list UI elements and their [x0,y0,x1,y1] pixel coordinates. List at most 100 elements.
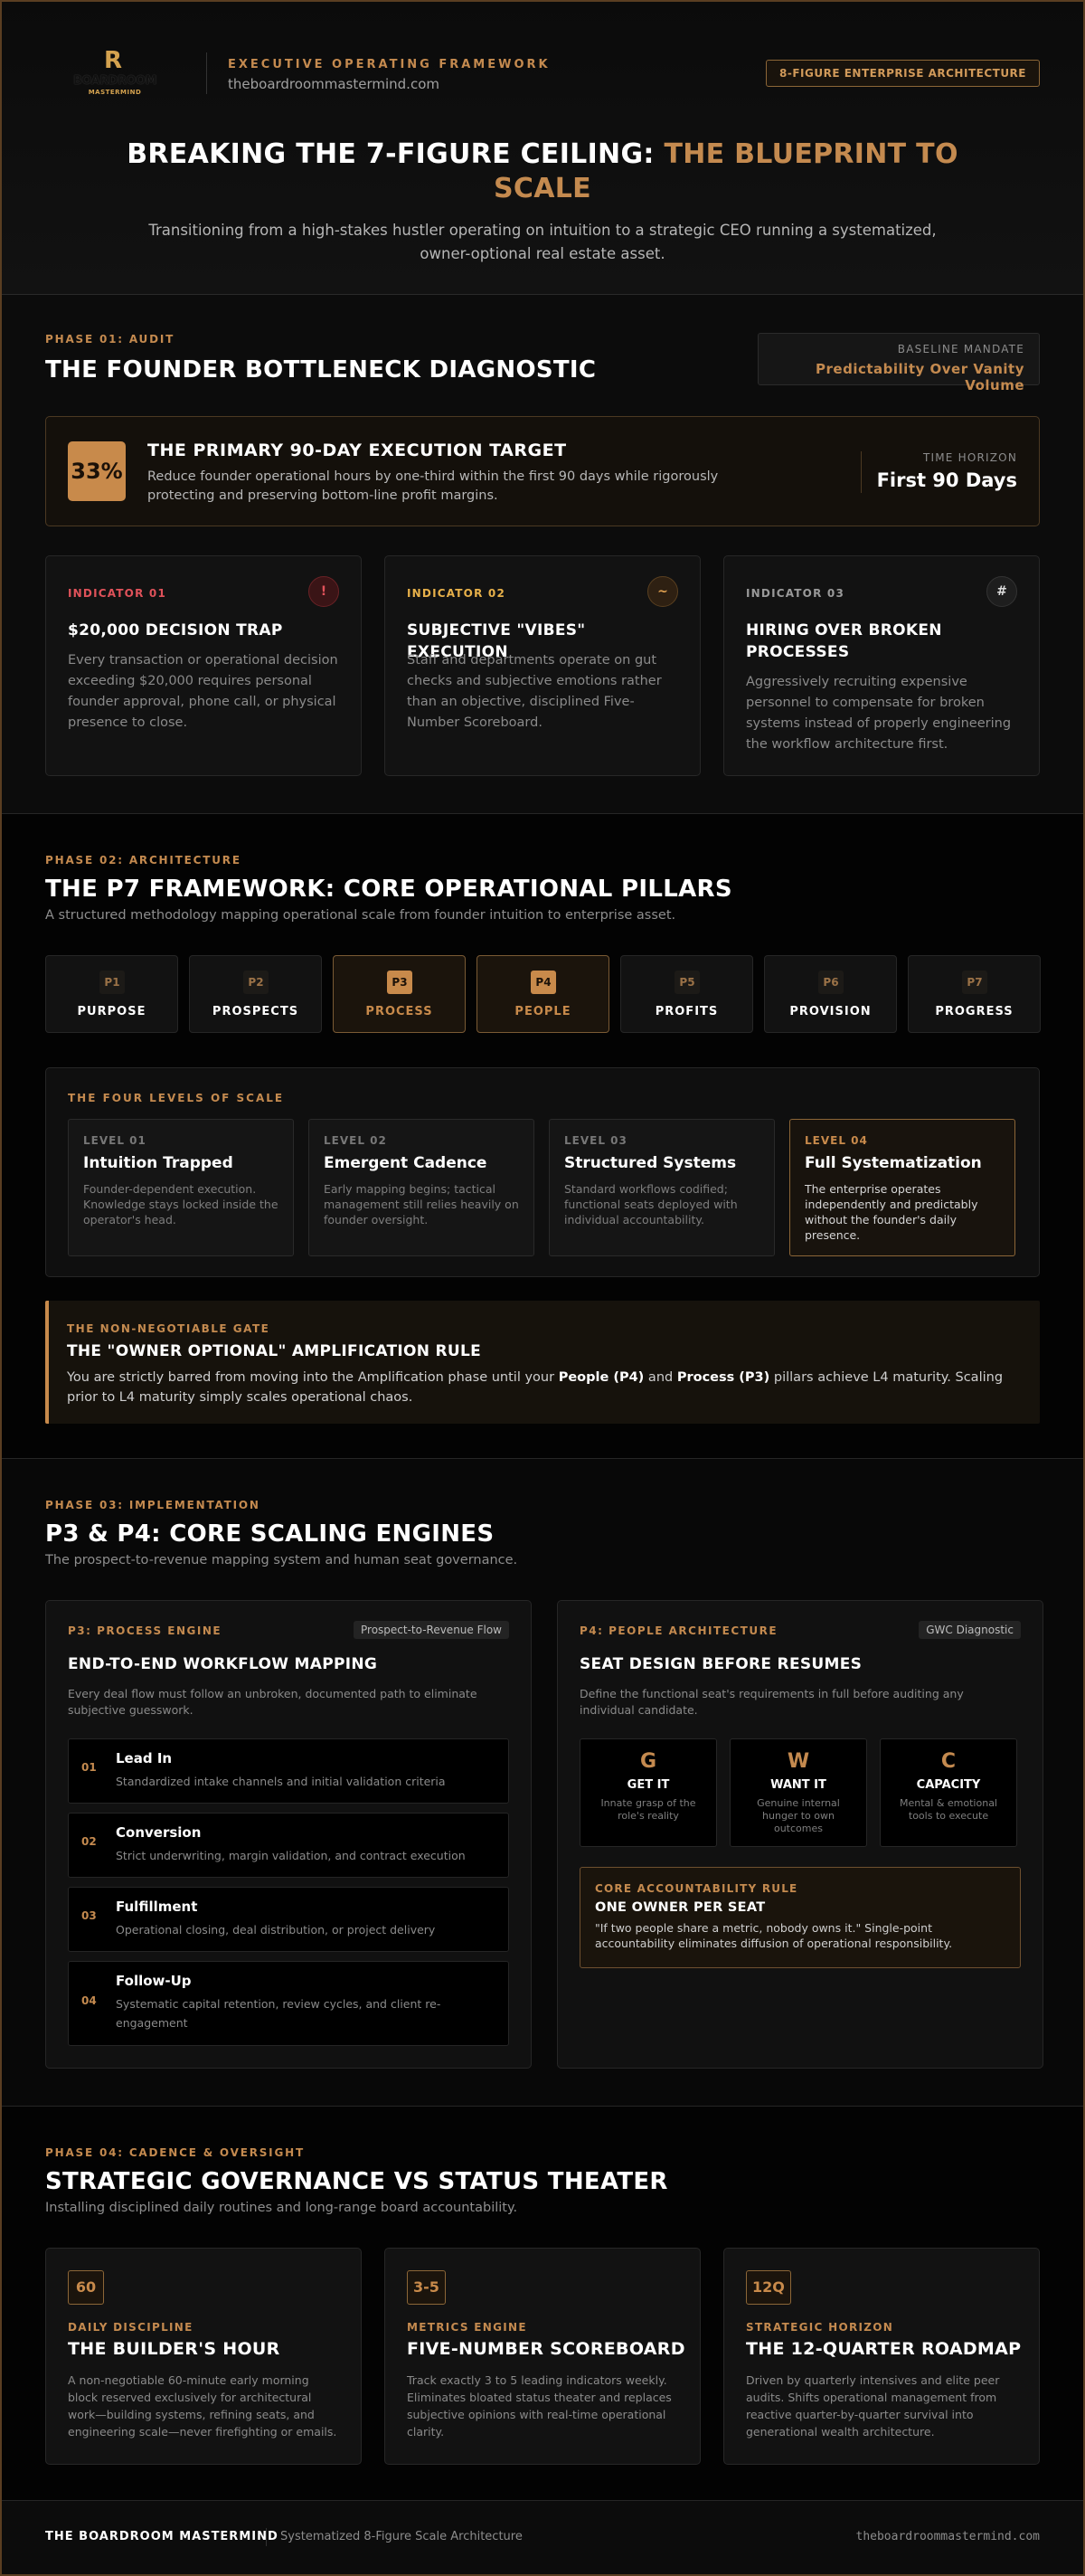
gwc-capacity: C CAPACITY Mental & emotional tools to exe… [880,1738,1017,1847]
phase2-subtitle: A structured methodology mapping operati… [45,908,676,923]
level-desc: Founder-dependent execution. Knowledge s… [83,1182,278,1226]
gwc-letter: C [940,1750,957,1773]
horizon-value: First 90 Days [876,469,1017,491]
gwc-title: WANT IT [770,1778,826,1792]
phase2-label: PHASE 02: ARCHITECTURE [45,854,241,867]
page-title: BREAKING THE 7-FIGURE CEILING: THE BLUEP… [119,137,966,206]
people-title: SEAT DESIGN BEFORE RESUMES [580,1655,863,1673]
indicator-card: INDICATOR 01 ! $20,000 DECISION TRAP Eve… [45,555,362,776]
workflow-step: 04 Follow-Up Systematic capital retention,… [68,1961,509,2046]
people-label: P4: PEOPLE ARCHITECTURE [580,1624,778,1637]
gwc-want-it: W WANT IT Genuine internal hunger to own o… [730,1738,867,1847]
brand-url[interactable]: theboardroommastermind.com [228,76,439,92]
workflow-step: 02 Conversion Strict underwriting, margin … [68,1813,509,1878]
page-title-main: BREAKING THE 7-FIGURE CEILING: [127,138,665,170]
indicator-desc: Every transaction or operational decisio… [68,653,338,730]
level-title: Structured Systems [564,1154,737,1172]
non-negotiable-gate: THE NON-NEGOTIABLE GATE THE "OWNER OPTIO… [45,1301,1040,1424]
mandate-value: Predictability Over Vanity Volume [816,361,1024,393]
hash-icon: # [986,576,1017,607]
target-desc: Reduce founder operational hours by one-… [147,469,719,503]
pillar-provision[interactable]: P6 PROVISION [764,955,897,1033]
process-label: P3: PROCESS ENGINE [68,1624,222,1637]
footer-url[interactable]: theboardroommastermind.com [856,2530,1041,2543]
gate-text-part: and [644,1370,677,1385]
indicator-card: INDICATOR 03 # HIRING OVER BROKEN PROCES… [723,555,1040,776]
pillar-number: P3 [387,971,412,994]
governance-desc: Driven by quarterly intensives and elite… [746,2373,1000,2439]
pillar-people[interactable]: P4 PEOPLE [476,955,609,1033]
phase3-subtitle: The prospect-to-revenue mapping system a… [45,1553,518,1567]
indicator-tag: INDICATOR 02 [407,587,505,600]
level-desc: Early mapping begins; tactical managemen… [324,1182,519,1226]
step-title: Fulfillment [116,1899,198,1915]
level-title: Intuition Trapped [83,1154,233,1172]
people-architecture-card: P4: PEOPLE ARCHITECTURE GWC Diagnostic S… [557,1600,1043,2069]
step-desc: Strict underwriting, margin validation, … [116,1849,466,1862]
phase4-label: PHASE 04: CADENCE & OVERSIGHT [45,2146,305,2159]
governance-card: 60 DAILY DISCIPLINE THE BUILDER'S HOUR A… [45,2248,362,2465]
level-title: Full Systematization [805,1154,982,1172]
step-title: Lead In [116,1750,173,1766]
pillar-progress[interactable]: P7 PROGRESS [908,955,1041,1033]
gwc-title: CAPACITY [916,1778,981,1792]
levels-of-scale-panel: THE FOUR LEVELS OF SCALE LEVEL 01 Intuit… [45,1067,1040,1277]
target-percent: 33% [68,441,126,501]
brand-logo[interactable]: R BOARDROOM MASTERMIND [56,49,174,99]
rule-label: CORE ACCOUNTABILITY RULE [595,1882,798,1895]
pillar-process[interactable]: P3 PROCESS [333,955,466,1033]
gwc-desc: Genuine internal hunger to own outcomes [757,1797,840,1834]
people-pill: GWC Diagnostic [919,1621,1021,1639]
step-number: 04 [81,1994,97,2007]
phase3-label: PHASE 03: IMPLEMENTATION [45,1499,260,1511]
levels-label: THE FOUR LEVELS OF SCALE [68,1092,285,1104]
level-card: LEVEL 03 Structured Systems Standard wor… [549,1119,775,1256]
pillar-name: PURPOSE [77,1005,146,1018]
pillar-name: PROVISION [789,1005,872,1018]
gwc-letter: W [787,1750,810,1773]
top-bar: R BOARDROOM MASTERMIND EXECUTIVE OPERATI… [45,47,1040,101]
footer-tagline: Systematized 8-Figure Scale Architecture [280,2530,523,2543]
gwc-letter: G [639,1750,657,1773]
gwc-desc: Mental & emotional tools to execute [900,1797,997,1822]
level-title: Emergent Cadence [324,1154,487,1172]
brand-tagline: EXECUTIVE OPERATING FRAMEWORK [228,58,551,71]
rule-desc: "If two people share a metric, nobody ow… [595,1921,953,1950]
gate-bold-people: People (P4) [558,1370,645,1385]
pillar-name: PROGRESS [935,1005,1014,1018]
pillar-purpose[interactable]: P1 PURPOSE [45,955,178,1033]
gwc-get-it: G GET IT Innate grasp of the role's realit… [580,1738,717,1847]
pillar-prospects[interactable]: P2 PROSPECTS [189,955,322,1033]
baseline-mandate: BASELINE MANDATE Predictability Over Van… [758,333,1040,393]
governance-card: 12Q STRATEGIC HORIZON THE 12-QUARTER ROA… [723,2248,1040,2465]
step-number: 03 [81,1909,97,1922]
target-divider [861,451,862,493]
step-number: 01 [81,1761,97,1774]
level-card: LEVEL 02 Emergent Cadence Early mapping … [308,1119,534,1256]
level-desc: Standard workflows codified; functional … [564,1182,738,1226]
pillar-name: PROSPECTS [212,1005,299,1018]
pillar-profits[interactable]: P5 PROFITS [620,955,753,1033]
page-subtitle: Transitioning from a high-stakes hustler… [148,222,937,262]
phase1-title: THE FOUNDER BOTTLENECK DIAGNOSTIC [45,356,597,384]
governance-label: DAILY DISCIPLINE [68,2321,193,2334]
indicator-desc: Staff and departments operate on gut che… [407,653,662,730]
step-number: 02 [81,1835,97,1848]
execution-target-card: 33% THE PRIMARY 90-DAY EXECUTION TARGET … [45,416,1040,526]
governance-label: STRATEGIC HORIZON [746,2321,894,2334]
process-desc: Every deal flow must follow an unbroken,… [68,1687,477,1717]
governance-desc: Track exactly 3 to 5 leading indicators … [407,2373,672,2439]
level-tag: LEVEL 04 [805,1134,868,1147]
pillar-name: PROFITS [655,1005,719,1018]
logo-text: BOARDROOM [72,74,157,88]
wave-icon: ~ [647,576,678,607]
gate-bold-process: Process (P3) [676,1370,770,1385]
governance-desc: A non-negotiable 60-minute early morning… [68,2373,337,2439]
process-title: END-TO-END WORKFLOW MAPPING [68,1655,378,1673]
header-divider [206,52,207,94]
pillar-name: PROCESS [365,1005,433,1018]
phase3-title: P3 & P4: CORE SCALING ENGINES [45,1520,495,1548]
step-desc: Systematic capital retention, review cyc… [116,1997,441,2030]
indicator-card: INDICATOR 02 ~ SUBJECTIVE "VIBES" EXECUT… [384,555,701,776]
gwc-desc: Innate grasp of the role's reality [600,1797,696,1822]
